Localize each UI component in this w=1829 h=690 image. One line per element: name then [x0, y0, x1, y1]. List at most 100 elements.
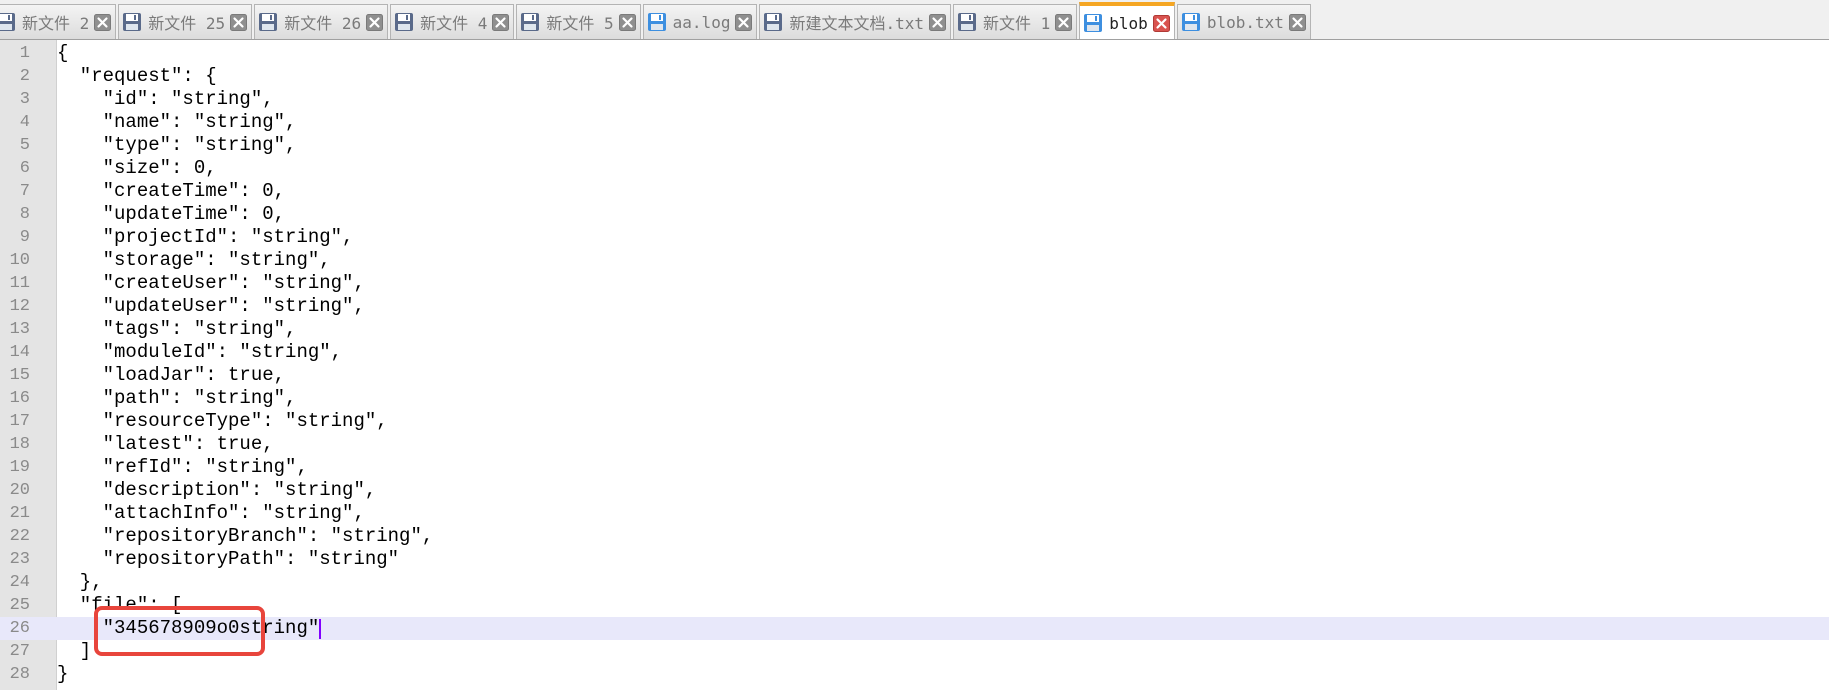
line-number: 10	[9, 251, 30, 270]
code-line[interactable]: 5 "type": "string",	[0, 134, 1829, 157]
code-text: "description": "string",	[57, 479, 377, 501]
line-number: 13	[9, 320, 30, 339]
code-text: "latest": true,	[57, 433, 274, 455]
line-number: 25	[9, 596, 30, 615]
close-tab-icon[interactable]	[1284, 13, 1306, 31]
line-number: 6	[19, 159, 30, 178]
code-text: "loadJar": true,	[57, 364, 286, 386]
floppy-disk-icon	[0, 12, 22, 32]
close-tab-icon[interactable]	[614, 13, 636, 31]
code-line[interactable]: 6 "size": 0,	[0, 157, 1829, 180]
tab-label: blob	[1109, 13, 1148, 33]
code-line[interactable]: 26 "345678909o0string"	[0, 617, 1829, 640]
close-tab-icon[interactable]	[89, 13, 112, 31]
code-text: }	[57, 663, 69, 685]
tab-4[interactable]: 新文件 4	[390, 4, 515, 39]
line-number: 5	[19, 136, 30, 155]
code-line[interactable]: 17 "resourceType": "string",	[0, 410, 1829, 433]
code-line[interactable]: 9 "projectId": "string",	[0, 226, 1829, 249]
code-line[interactable]: 19 "refId": "string",	[0, 456, 1829, 479]
tab-8[interactable]: 新文件 1	[953, 4, 1078, 39]
tab-label: 新文件 5	[546, 14, 614, 33]
code-line[interactable]: 7 "createTime": 0,	[0, 180, 1829, 203]
code-line[interactable]: 20 "description": "string",	[0, 479, 1829, 502]
code-line[interactable]: 23 "repositoryPath": "string"	[0, 548, 1829, 571]
code-line[interactable]: 2 "request": {	[0, 65, 1829, 88]
code-text: "createTime": 0,	[57, 180, 286, 202]
tab-label: 新文件 26	[284, 14, 362, 33]
code-line[interactable]: 18 "latest": true,	[0, 433, 1829, 456]
code-line[interactable]: 28}	[0, 663, 1829, 686]
code-text: "id": "string",	[57, 88, 274, 110]
code-text: "name": "string",	[57, 111, 297, 133]
editor-pane[interactable]: 1{2 "request": {3 "id": "string", 4 "name…	[0, 40, 1829, 690]
line-number: 11	[9, 274, 30, 293]
tab-label: 新建文本文档.txt	[789, 14, 924, 33]
code-line[interactable]: 14 "moduleId": "string",	[0, 341, 1829, 364]
code-line[interactable]: 25 "file": [	[0, 594, 1829, 617]
tab-label: 新文件 4	[420, 14, 488, 33]
code-line[interactable]: 21 "attachInfo": "string",	[0, 502, 1829, 525]
code-text: "attachInfo": "string",	[57, 502, 365, 524]
tab-label: blob.txt	[1206, 12, 1284, 32]
close-tab-icon[interactable]	[1148, 14, 1170, 32]
line-number: 20	[9, 481, 30, 500]
code-text: "size": 0,	[57, 157, 217, 179]
text-caret	[319, 619, 322, 639]
code-line[interactable]: 11 "createUser": "string",	[0, 272, 1829, 295]
code-line[interactable]: 15 "loadJar": true,	[0, 364, 1829, 387]
tab-5[interactable]: 新文件 5	[516, 4, 641, 39]
close-tab-icon[interactable]	[730, 13, 753, 31]
line-number: 16	[9, 389, 30, 408]
line-number: 28	[9, 665, 30, 684]
code-text: "projectId": "string",	[57, 226, 354, 248]
tab-9[interactable]: blob	[1079, 2, 1175, 39]
close-tab-icon[interactable]	[924, 13, 946, 31]
code-text: "resourceType": "string",	[57, 410, 388, 432]
close-tab-icon[interactable]	[225, 13, 248, 31]
close-tab-icon[interactable]	[361, 13, 384, 31]
floppy-disk-blue-icon	[647, 12, 673, 32]
floppy-disk-blue-icon	[1181, 12, 1207, 32]
tab-bar: 新文件 2 新文件 25 新文件 26 新文件 4 新文件 5 aa.log 新建文本文档.…	[0, 0, 1829, 40]
code-text: {	[57, 42, 69, 64]
code-line[interactable]: 16 "path": "string",	[0, 387, 1829, 410]
close-tab-icon[interactable]	[487, 13, 510, 31]
code-line[interactable]: 8 "updateTime": 0,	[0, 203, 1829, 226]
code-text: "updateTime": 0,	[57, 203, 286, 225]
tab-1[interactable]: 新文件 2	[0, 4, 117, 39]
tab-10[interactable]: blob.txt	[1176, 4, 1311, 39]
code-line[interactable]: 4 "name": "string",	[0, 111, 1829, 134]
line-number: 9	[19, 228, 30, 247]
code-line[interactable]: 13 "tags": "string",	[0, 318, 1829, 341]
code-text: "createUser": "string",	[57, 272, 365, 294]
code-line[interactable]: 27 ]	[0, 640, 1829, 663]
code-line[interactable]: 10 "storage": "string",	[0, 249, 1829, 272]
line-number: 8	[19, 205, 30, 224]
floppy-disk-icon	[394, 12, 420, 32]
tab-2[interactable]: 新文件 25	[118, 4, 253, 39]
code-line[interactable]: 24 },	[0, 571, 1829, 594]
line-number: 4	[19, 113, 30, 132]
floppy-disk-icon	[258, 12, 284, 32]
tab-6[interactable]: aa.log	[642, 4, 758, 39]
tab-label: 新文件 2	[22, 14, 90, 33]
code-text: "request": {	[57, 65, 217, 87]
floppy-disk-icon	[957, 12, 983, 32]
tab-3[interactable]: 新文件 26	[254, 4, 389, 39]
code-line[interactable]: 1{	[0, 42, 1829, 65]
code-line[interactable]: 22 "repositoryBranch": "string",	[0, 525, 1829, 548]
code-line[interactable]: 12 "updateUser": "string",	[0, 295, 1829, 318]
close-tab-icon[interactable]	[1050, 13, 1073, 31]
tab-7[interactable]: 新建文本文档.txt	[759, 4, 951, 39]
code-text: "repositoryPath": "string"	[57, 548, 400, 570]
line-number: 19	[9, 458, 30, 477]
code-text: "tags": "string",	[57, 318, 297, 340]
line-number: 23	[9, 550, 30, 569]
code-text: "file": [	[57, 594, 183, 616]
floppy-disk-icon	[520, 12, 546, 32]
code-line[interactable]: 3 "id": "string",	[0, 88, 1829, 111]
line-number: 14	[9, 343, 30, 362]
code-text: "moduleId": "string",	[57, 341, 343, 363]
line-number: 22	[9, 527, 30, 546]
